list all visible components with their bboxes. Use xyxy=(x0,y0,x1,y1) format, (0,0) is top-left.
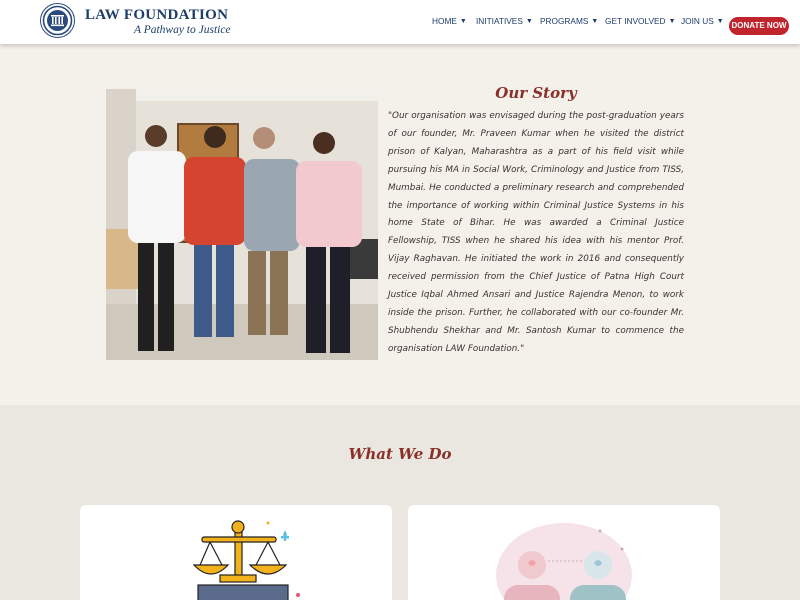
caret-down-icon: ▼ xyxy=(525,17,533,25)
what-we-do-section: What We Do xyxy=(0,405,800,600)
what-we-do-title: What We Do xyxy=(348,445,452,463)
nav-programs-label: PROGRAMS xyxy=(540,16,589,26)
nav-initiatives-label: INITIATIVES xyxy=(476,16,523,26)
service-card-mental-health[interactable] xyxy=(408,505,720,600)
our-story-text: "Our organisation was envisaged during t… xyxy=(388,111,684,354)
nav-programs[interactable]: PROGRAMS ▼ xyxy=(540,16,598,26)
our-story-section: Our Story "Our organisation was envisage… xyxy=(0,44,800,405)
main-nav: HOME ▼ INITIATIVES ▼ PROGRAMS ▼ GET INVO… xyxy=(0,16,800,36)
caret-down-icon: ▼ xyxy=(716,17,724,25)
caret-down-icon: ▼ xyxy=(591,17,599,25)
nav-join-us[interactable]: JOIN US ▼ xyxy=(681,16,724,26)
caret-down-icon: ▼ xyxy=(668,17,676,25)
nav-get-involved-label: GET INVOLVED xyxy=(605,16,666,26)
nav-join-us-label: JOIN US xyxy=(681,16,714,26)
caret-down-icon: ▼ xyxy=(459,17,467,25)
donate-now-button[interactable]: DONATE NOW xyxy=(729,17,789,35)
site-header: LAW FOUNDATION A Pathway to Justice HOME… xyxy=(0,0,800,44)
nav-home[interactable]: HOME ▼ xyxy=(432,16,467,26)
service-card-legal-aid[interactable] xyxy=(80,505,392,600)
scales-of-justice-icon xyxy=(192,520,300,600)
our-story-title: Our Story xyxy=(495,84,577,102)
nav-initiatives[interactable]: INITIATIVES ▼ xyxy=(476,16,533,26)
founders-group-photo xyxy=(106,89,378,360)
nav-get-involved[interactable]: GET INVOLVED ▼ xyxy=(605,16,676,26)
minds-connection-icon xyxy=(496,523,632,600)
nav-home-label: HOME xyxy=(432,16,457,26)
